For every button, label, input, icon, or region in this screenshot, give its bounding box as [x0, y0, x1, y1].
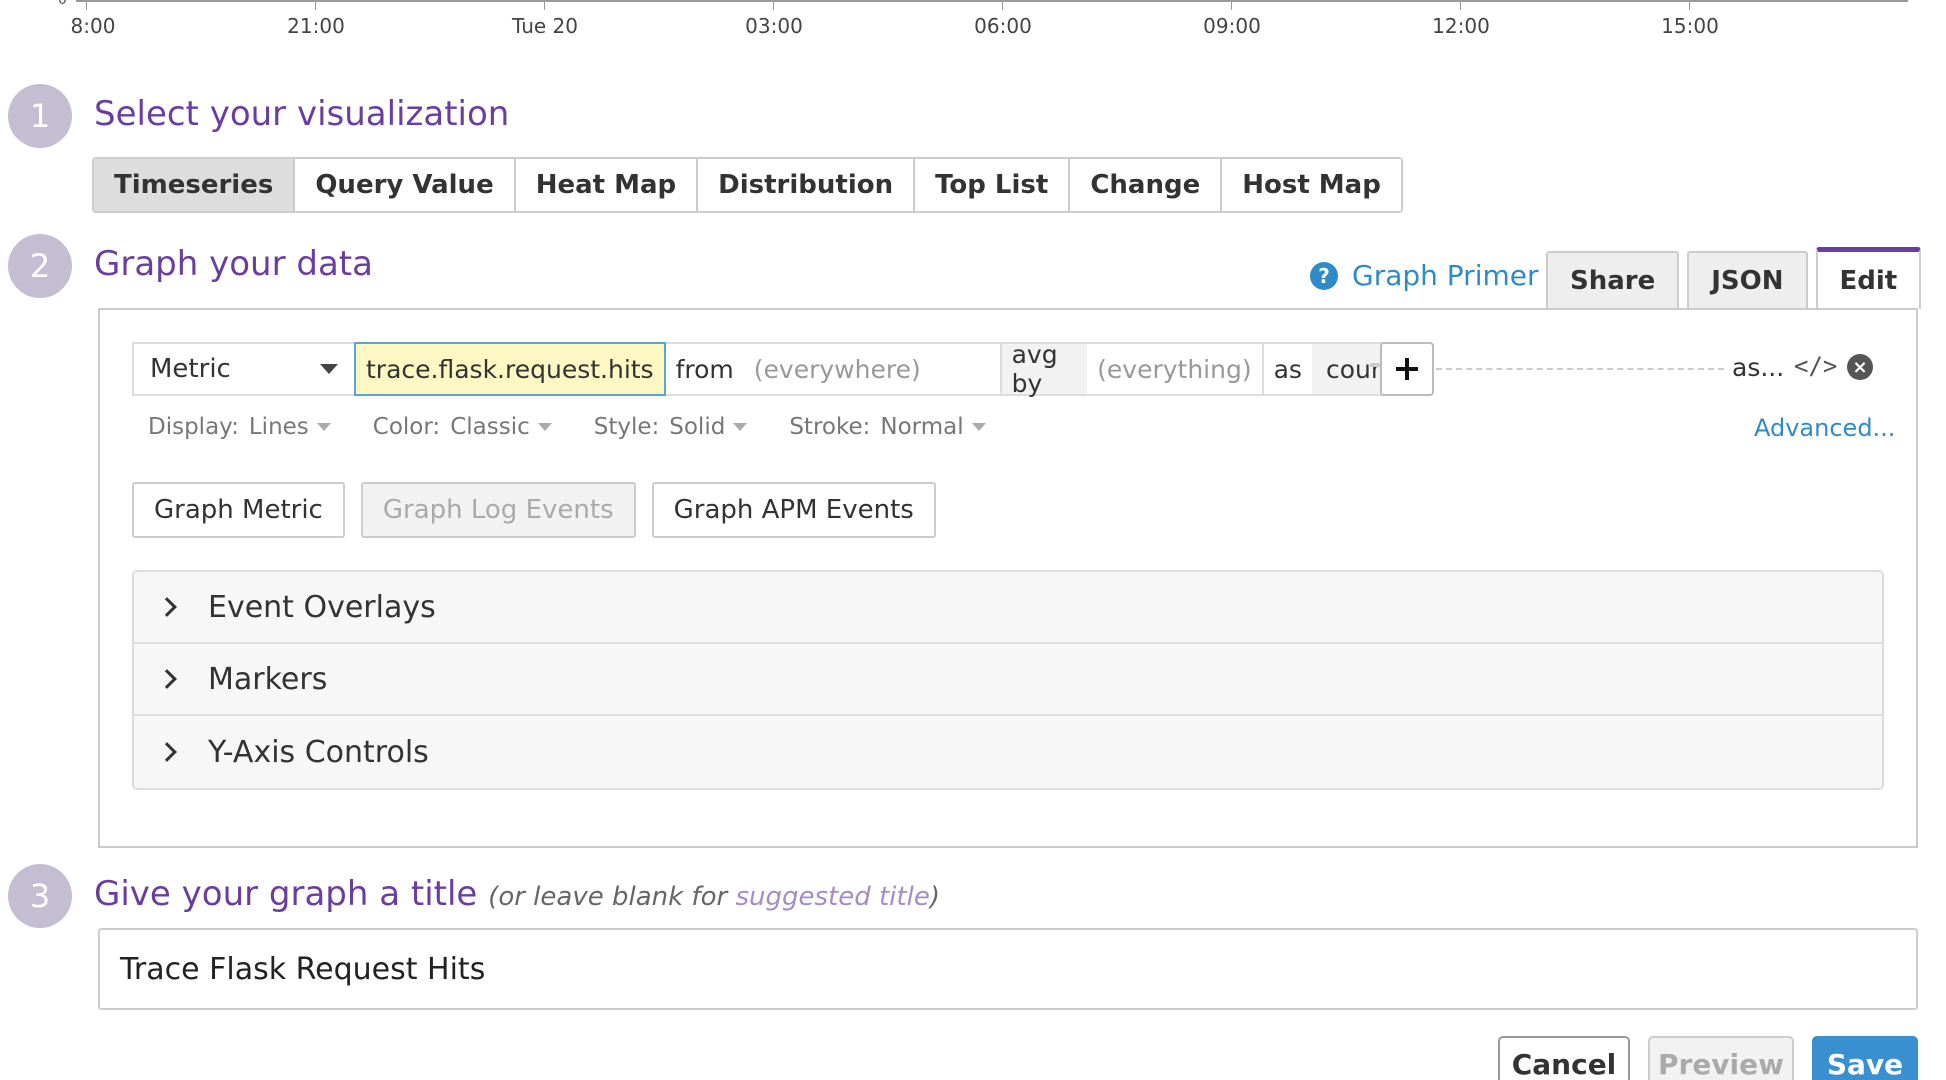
viz-tab-timeseries[interactable]: Timeseries	[94, 159, 296, 211]
axis-tick-label: 03:00	[745, 14, 803, 38]
caret-down-icon	[537, 423, 552, 431]
mode-tabs: Share JSON Edit	[1546, 247, 1922, 309]
axis-tick	[1689, 2, 1690, 10]
axis-line	[76, 0, 1908, 2]
axis-tick	[315, 2, 316, 10]
aggregation-field[interactable]: avg by (everything)	[1001, 340, 1264, 398]
suggested-title-link[interactable]: suggested title	[735, 882, 929, 912]
as-label: as	[1273, 354, 1302, 384]
connector	[1370, 363, 1380, 367]
help-icon: ?	[1310, 261, 1338, 290]
step-1-badge: 1	[8, 84, 72, 148]
title-hint: (or leave blank for suggested title)	[488, 882, 940, 912]
style-option[interactable]: Style: Solid	[594, 414, 748, 440]
preview-button[interactable]: Preview	[1648, 1036, 1794, 1080]
remove-query-icon[interactable]: ×	[1847, 354, 1873, 380]
axis-tick-label: 06:00	[974, 14, 1032, 38]
tab-share[interactable]: Share	[1546, 251, 1680, 309]
axis-tick-label: 21:00	[287, 14, 345, 38]
code-icon[interactable]: </>	[1794, 352, 1837, 380]
axis-tick	[86, 2, 87, 10]
option-value: Normal	[880, 414, 964, 440]
viz-tab-distribution[interactable]: Distribution	[698, 159, 916, 211]
axis-tick	[544, 2, 545, 10]
query-type-select[interactable]: Metric	[132, 342, 354, 396]
graph-apm-events-button[interactable]: Graph APM Events	[651, 482, 936, 538]
stroke-option[interactable]: Stroke: Normal	[789, 414, 986, 440]
accordion-label: Y-Axis Controls	[208, 734, 429, 770]
from-field[interactable]: from (everywhere)	[665, 342, 1002, 396]
step-3-title: Give your graph a title (or leave blank …	[94, 874, 940, 914]
chevron-right-icon	[157, 742, 177, 762]
step-2-badge: 2	[8, 234, 72, 298]
axis-tick	[1002, 2, 1003, 10]
axis-tick-label: 09:00	[1203, 14, 1261, 38]
accordion-label: Markers	[208, 661, 328, 697]
query-type-label: Metric	[150, 354, 231, 384]
axis-zero-label: 0	[58, 0, 67, 8]
avg-by-placeholder: (everything)	[1097, 354, 1252, 384]
tab-json[interactable]: JSON	[1687, 251, 1808, 309]
dashed-divider	[1436, 368, 1724, 370]
step-2-title: Graph your data	[94, 244, 373, 284]
caret-down-icon	[316, 423, 331, 431]
viz-tab-query-value[interactable]: Query Value	[295, 159, 516, 211]
viz-tab-heat-map[interactable]: Heat Map	[515, 159, 699, 211]
visualization-tabs: Timeseries Query Value Heat Map Distribu…	[92, 157, 1403, 213]
source-buttons: Graph Metric Graph Log Events Graph APM …	[132, 482, 936, 538]
graph-log-events-button[interactable]: Graph Log Events	[360, 482, 636, 538]
axis-tick-label: 15:00	[1661, 14, 1719, 38]
accordion-event-overlays[interactable]: Event Overlays	[134, 572, 1882, 644]
axis-tick	[1231, 2, 1232, 10]
graph-primer-link[interactable]: ? Graph Primer	[1310, 259, 1538, 292]
graph-title-input[interactable]: Trace Flask Request Hits	[98, 928, 1918, 1010]
axis-tick-label: 12:00	[1432, 14, 1490, 38]
chevron-right-icon	[157, 669, 177, 689]
step-3-badge: 3	[8, 864, 72, 928]
option-value: Lines	[248, 414, 309, 440]
caret-down-icon	[733, 423, 748, 431]
option-value: Solid	[669, 414, 726, 440]
display-options: Display: Lines Color: Classic Style: Sol…	[148, 414, 1028, 440]
metric-name-field[interactable]: trace.flask.request.hits	[354, 342, 666, 396]
chevron-right-icon	[157, 597, 177, 617]
option-key: Style:	[593, 414, 660, 440]
avg-by-label: avg by	[1001, 340, 1088, 398]
advanced-link[interactable]: Advanced...	[1754, 414, 1895, 442]
axis-tick	[1460, 2, 1461, 10]
chevron-down-icon	[320, 364, 338, 374]
from-placeholder: (everywhere)	[753, 354, 921, 384]
viz-tab-change[interactable]: Change	[1070, 159, 1223, 211]
from-label: from	[675, 354, 734, 384]
option-key: Display:	[148, 414, 239, 440]
step-3-title-text: Give your graph a title	[94, 874, 478, 914]
display-option[interactable]: Display: Lines	[148, 414, 331, 440]
option-key: Color:	[372, 414, 441, 440]
caret-down-icon	[971, 423, 986, 431]
add-function-button[interactable]	[1380, 342, 1434, 396]
option-value: Classic	[450, 414, 530, 440]
graph-primer-label: Graph Primer	[1352, 259, 1539, 292]
options-accordion: Event Overlays Markers Y-Axis Controls	[132, 570, 1884, 790]
accordion-y-axis-controls[interactable]: Y-Axis Controls	[134, 716, 1882, 788]
option-key: Stroke:	[789, 414, 871, 440]
save-button[interactable]: Save	[1812, 1036, 1918, 1080]
cancel-button[interactable]: Cancel	[1498, 1036, 1630, 1080]
accordion-label: Event Overlays	[208, 589, 436, 625]
axis-tick-label: 8:00	[70, 14, 116, 38]
viz-tab-top-list[interactable]: Top List	[915, 159, 1071, 211]
alias-button[interactable]: as...	[1732, 353, 1784, 382]
color-option[interactable]: Color: Classic	[373, 414, 552, 440]
axis-tick-label: Tue 20	[512, 14, 578, 38]
hint-suffix: )	[929, 882, 940, 912]
accordion-markers[interactable]: Markers	[134, 644, 1882, 716]
time-axis: 0 8:00 21:00 Tue 20 03:00 06:00 09:00 12…	[0, 0, 1946, 60]
viz-tab-host-map[interactable]: Host Map	[1222, 159, 1401, 211]
tab-edit[interactable]: Edit	[1815, 247, 1922, 309]
query-row: Metric trace.flask.request.hits from (ev…	[132, 340, 1413, 398]
graph-metric-button[interactable]: Graph Metric	[132, 482, 345, 538]
axis-tick	[773, 2, 774, 10]
step-1-title: Select your visualization	[94, 94, 510, 134]
hint-prefix: (or leave blank for	[488, 882, 736, 912]
